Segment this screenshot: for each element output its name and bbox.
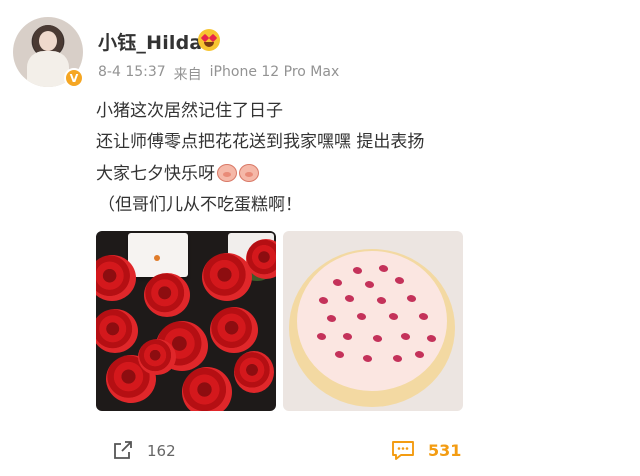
pig-emoji-icon [239,164,259,182]
gift-card [128,233,188,277]
share-count[interactable]: 162 [147,442,176,460]
device-name: iPhone 12 Pro Max [209,64,340,80]
post-text-line-2: 还让师傅零点把花花送到我家嘿嘿 提出表扬 [96,132,425,152]
avatar-face [39,31,57,51]
post-meta: 8-4 15:37 来自 iPhone 12 Pro Max [98,64,339,84]
post-date: 8-4 15:37 [98,64,166,80]
post-text-line-3-text: 大家七夕快乐呀 [96,164,215,184]
roses-photo[interactable] [96,231,276,411]
post-text-line-4: （但哥们儿从不吃蛋糕啊！ [98,195,302,215]
source-prefix: 来自 [173,67,202,83]
comment-icon[interactable] [391,440,415,461]
cake-top [297,251,447,391]
heart-eyes-icon [198,29,220,51]
comment-count[interactable]: 531 [428,441,461,460]
cake-photo[interactable] [283,231,463,411]
pig-emoji-icon [217,164,237,182]
avatar-body [27,51,69,87]
share-icon[interactable] [112,440,134,460]
post-text-line-3: 大家七夕快乐呀 [96,159,259,184]
username[interactable]: 小钰_Hilda [98,28,202,55]
verified-badge-icon: V [64,68,84,88]
post-text-line-1: 小猪这次居然记住了日子 [96,101,283,121]
